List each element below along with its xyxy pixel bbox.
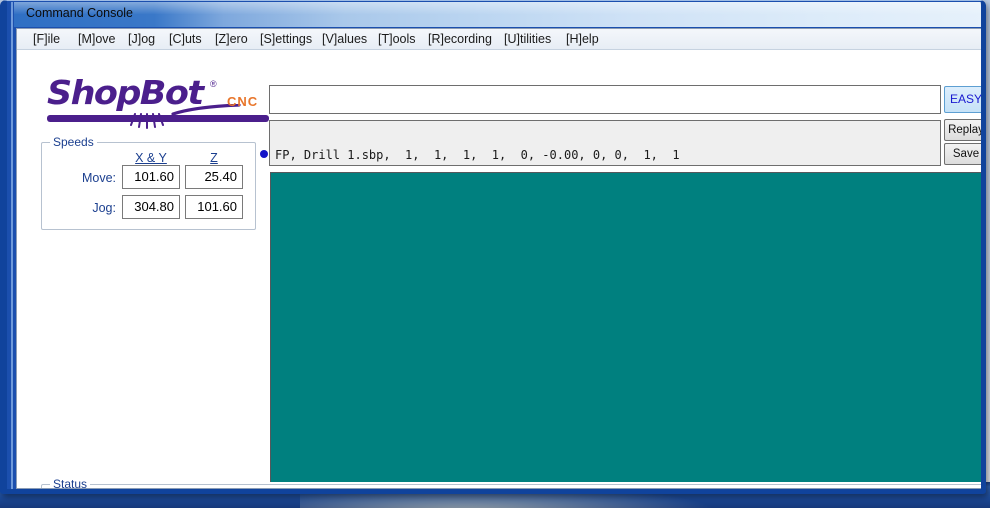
jog-speed-xy-field[interactable]: 304.80 — [122, 195, 180, 219]
jog-speed-z-field[interactable]: 101.60 — [185, 195, 243, 219]
save-button[interactable]: Save — [944, 143, 981, 165]
menu-values[interactable]: [V]alues — [322, 32, 367, 46]
menu-recording[interactable]: [R]ecording — [428, 32, 492, 46]
speeds-column-xy: X & Y — [135, 151, 167, 165]
window-titlebar[interactable]: Command Console — [14, 2, 981, 27]
command-history-panel[interactable]: FP, Drill 1.sbp, 1, 1, 1, 1, 0, -0.00, 0… — [269, 120, 941, 166]
easy-button[interactable]: EASY — [944, 86, 981, 113]
menu-cuts[interactable]: [C]uts — [169, 32, 202, 46]
menu-file[interactable]: [F]ile — [33, 32, 60, 46]
status-groupbox: Status Completed:Yes Ln:70 Max: 2404.83,… — [41, 477, 981, 488]
speeds-title: Speeds — [50, 135, 97, 149]
menu-tools[interactable]: [T]ools — [378, 32, 416, 46]
menu-help[interactable]: [H]elp — [566, 32, 599, 46]
menu-bar: [F]ile [M]ove [J]og [C]uts [Z]ero [S]ett… — [17, 29, 981, 50]
move-speed-z-field[interactable]: 25.40 — [185, 165, 243, 189]
menu-utilities[interactable]: [U]tilities — [504, 32, 551, 46]
command-input[interactable] — [269, 85, 941, 114]
speeds-row-label-jog: Jog: — [92, 201, 116, 215]
shopbot-logo: ShopBot ® CNC — [31, 73, 271, 129]
toolpath-preview-panel[interactable] — [270, 172, 981, 482]
command-console-window: Command Console [F]ile [M]ove [J]og [C]u… — [0, 0, 986, 494]
menu-jog[interactable]: [J]og — [128, 32, 155, 46]
registered-trademark-icon: ® — [210, 79, 217, 89]
titlebar-sheen — [14, 2, 981, 14]
move-speed-xy-field[interactable]: 101.60 — [122, 165, 180, 189]
logo-cnc-text: CNC — [227, 94, 259, 109]
replay-button[interactable]: Replay — [944, 119, 981, 141]
window-client-area: [F]ile [M]ove [J]og [C]uts [Z]ero [S]ett… — [16, 28, 981, 489]
window-title: Command Console — [26, 6, 133, 20]
menu-settings[interactable]: [S]ettings — [260, 32, 312, 46]
menu-zero[interactable]: [Z]ero — [215, 32, 248, 46]
logo-spray-icon — [130, 113, 164, 129]
history-marker-icon — [260, 150, 268, 158]
menu-move[interactable]: [M]ove — [78, 32, 116, 46]
command-history-line: FP, Drill 1.sbp, 1, 1, 1, 1, 0, -0.00, 0… — [275, 148, 680, 162]
speeds-column-z: Z — [210, 151, 218, 165]
speeds-row-label-move: Move: — [81, 171, 116, 185]
status-title: Status — [50, 477, 91, 488]
speeds-groupbox: Speeds X & Y Z Move: 101.60 25.40 Jog: 3… — [41, 135, 256, 230]
